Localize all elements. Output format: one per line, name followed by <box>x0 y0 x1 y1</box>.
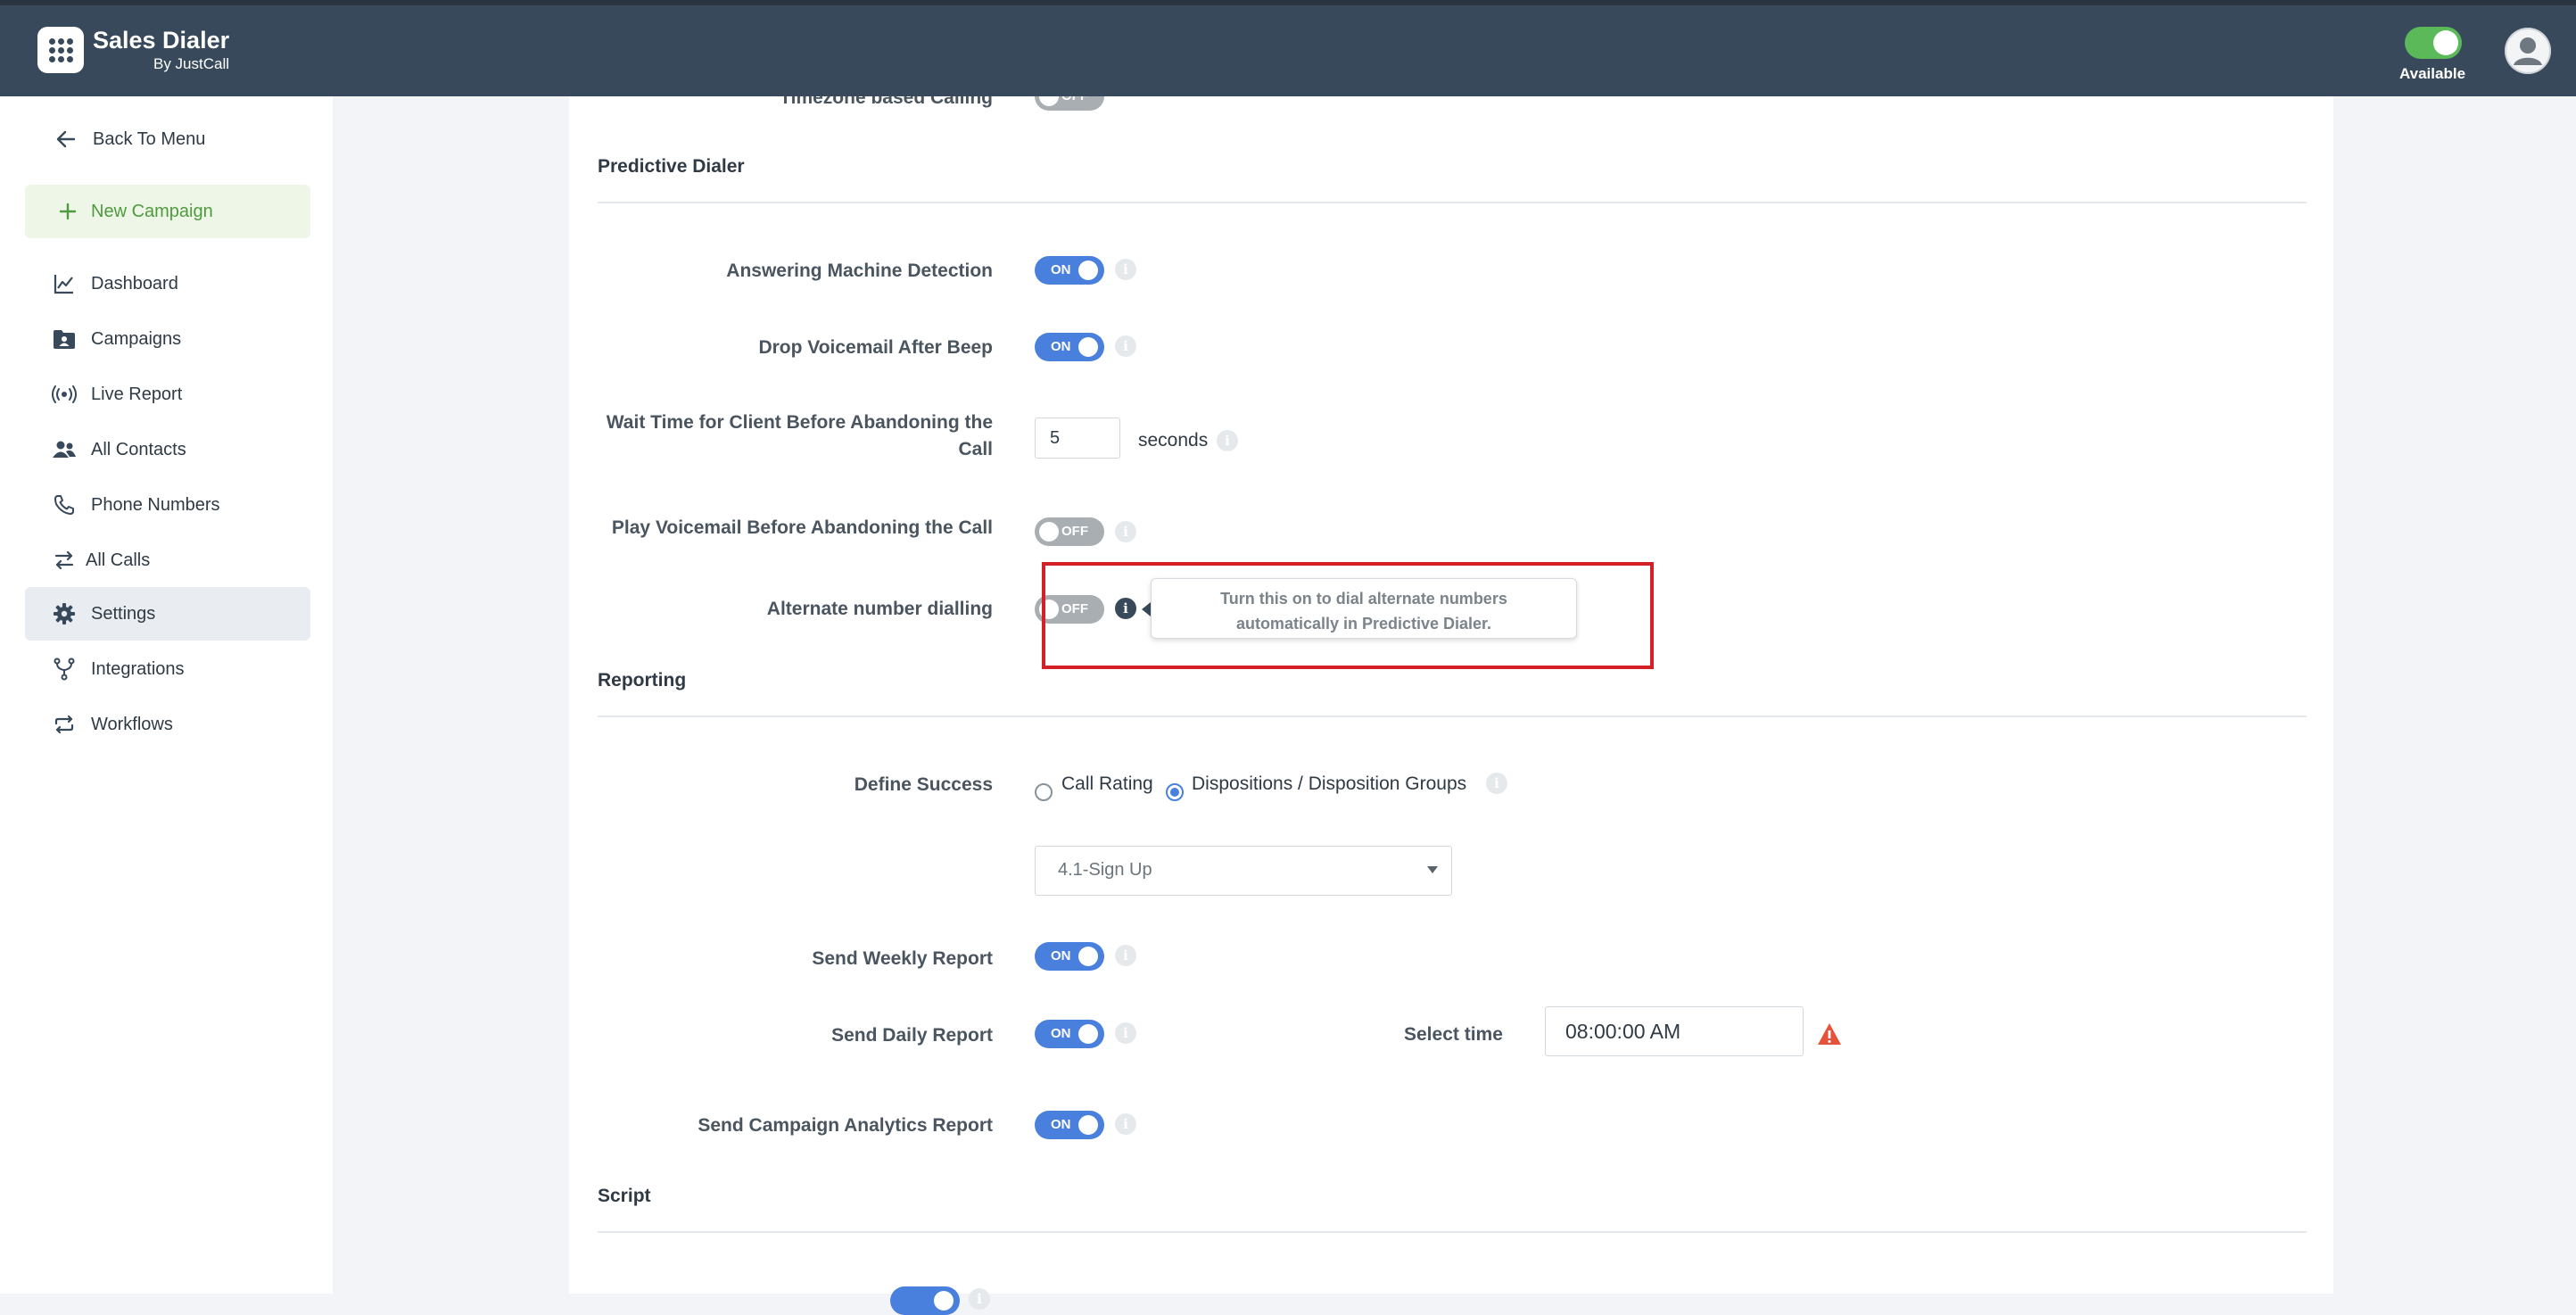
script-toggle[interactable] <box>890 1286 960 1315</box>
info-icon[interactable]: i <box>969 1288 990 1310</box>
sidebar-item-live-report[interactable]: Live Report <box>25 368 310 421</box>
sidebar-item-label: All Calls <box>86 550 151 570</box>
define-success-label: Define Success <box>854 774 993 795</box>
sidebar-item-dashboard[interactable]: Dashboard <box>25 257 310 310</box>
app-subtitle: By JustCall <box>153 55 230 72</box>
broadcast-icon <box>52 382 77 407</box>
section-divider <box>598 202 2307 203</box>
info-icon[interactable]: i <box>1115 335 1136 357</box>
sidebar-item-back-to-menu[interactable]: Back To Menu <box>25 112 310 166</box>
wait-time-input[interactable]: 5 <box>1035 418 1120 459</box>
sidebar-item-phone-numbers[interactable]: Phone Numbers <box>25 478 310 532</box>
sidebar-item-label: Dashboard <box>91 273 178 294</box>
sidebar-item-new-campaign[interactable]: New Campaign <box>25 185 310 238</box>
predictive-dialer-title: Predictive Dialer <box>598 156 745 177</box>
daily-report-toggle[interactable]: ON <box>1035 1020 1104 1048</box>
sidebar-item-label: Settings <box>91 603 156 624</box>
amd-toggle[interactable]: ON <box>1035 256 1104 285</box>
disposition-select-value: 4.1-Sign Up <box>1058 860 1152 880</box>
play-voicemail-label: Play Voicemail Before Abandoning the Cal… <box>611 517 993 538</box>
chevron-down-icon <box>1427 866 1438 873</box>
window-top-edge <box>0 0 2576 5</box>
gear-icon <box>52 601 77 626</box>
integration-fork-icon <box>52 657 77 682</box>
plus-icon <box>55 199 80 224</box>
user-avatar-icon[interactable] <box>2505 28 2551 74</box>
chart-line-icon <box>52 271 77 296</box>
alternate-dialling-label: Alternate number dialling <box>766 599 993 619</box>
info-icon[interactable]: i <box>1115 259 1136 280</box>
reporting-title: Reporting <box>598 670 687 691</box>
wait-time-unit: seconds <box>1138 430 1209 451</box>
sidebar-item-all-contacts[interactable]: All Contacts <box>25 423 310 476</box>
repeat-icon <box>52 712 77 737</box>
info-icon[interactable]: i <box>1115 1113 1136 1135</box>
section-divider <box>598 715 2307 717</box>
info-icon[interactable]: i <box>1115 1022 1136 1044</box>
dispositions-radio-label: Dispositions / Disposition Groups <box>1192 773 1467 794</box>
sidebar-item-label: Campaigns <box>91 328 182 349</box>
sidebar-item-label: Back To Menu <box>93 128 206 149</box>
sidebar-item-integrations[interactable]: Integrations <box>25 642 310 696</box>
phone-icon <box>52 492 77 517</box>
analytics-report-label: Send Campaign Analytics Report <box>698 1115 993 1136</box>
amd-label: Answering Machine Detection <box>726 261 993 281</box>
app-logo-grid-icon[interactable] <box>37 27 84 73</box>
sidebar-item-workflows[interactable]: Workflows <box>25 698 310 751</box>
info-icon[interactable]: i <box>1115 521 1136 542</box>
section-divider <box>598 1231 2307 1233</box>
highlight-annotation-box <box>1042 562 1654 669</box>
weekly-report-label: Send Weekly Report <box>812 948 993 969</box>
toggle-knob <box>2433 30 2458 55</box>
wait-time-label-line1: Wait Time for Client Before Abandoning t… <box>606 412 993 433</box>
call-rating-radio[interactable] <box>1035 783 1053 801</box>
warning-icon <box>1817 1022 1842 1046</box>
arrows-swap-icon <box>52 548 77 573</box>
info-icon[interactable]: i <box>1115 945 1136 966</box>
availability-toggle[interactable] <box>2405 27 2462 59</box>
play-voicemail-toggle[interactable]: OFF <box>1035 517 1104 546</box>
sidebar-item-label: All Contacts <box>91 439 186 459</box>
app-title: Sales Dialer <box>93 27 230 54</box>
sidebar-item-label: Live Report <box>91 384 183 404</box>
folder-user-icon <box>52 327 77 351</box>
script-title: Script <box>598 1186 651 1206</box>
sidebar-item-label: Workflows <box>91 714 173 734</box>
info-icon[interactable]: i <box>1217 430 1238 451</box>
weekly-report-toggle[interactable]: ON <box>1035 942 1104 971</box>
daily-report-time-input[interactable]: 08:00:00 AM <box>1545 1006 1804 1056</box>
analytics-report-toggle[interactable]: ON <box>1035 1111 1104 1139</box>
call-rating-radio-label: Call Rating <box>1061 773 1153 794</box>
availability-status-label: Available <box>2399 65 2466 82</box>
select-time-label: Select time <box>1404 1024 1503 1045</box>
sidebar-item-label: New Campaign <box>91 201 213 221</box>
users-icon <box>52 437 77 462</box>
sidebar-item-label: Phone Numbers <box>91 494 220 515</box>
sidebar-item-all-calls[interactable]: All Calls <box>25 533 310 587</box>
drop-voicemail-toggle[interactable]: ON <box>1035 333 1104 361</box>
info-icon[interactable]: i <box>1486 773 1507 794</box>
arrow-left-icon <box>54 127 78 152</box>
drop-voicemail-label: Drop Voicemail After Beep <box>758 337 993 358</box>
sidebar-item-settings[interactable]: Settings <box>25 587 310 641</box>
sidebar-item-campaigns[interactable]: Campaigns <box>25 312 310 366</box>
wait-time-label-line2: Call <box>958 439 993 459</box>
daily-report-label: Send Daily Report <box>831 1025 993 1046</box>
dispositions-radio[interactable] <box>1166 783 1184 801</box>
sidebar-item-label: Integrations <box>91 658 185 679</box>
header-bottom-edge <box>569 79 2333 96</box>
